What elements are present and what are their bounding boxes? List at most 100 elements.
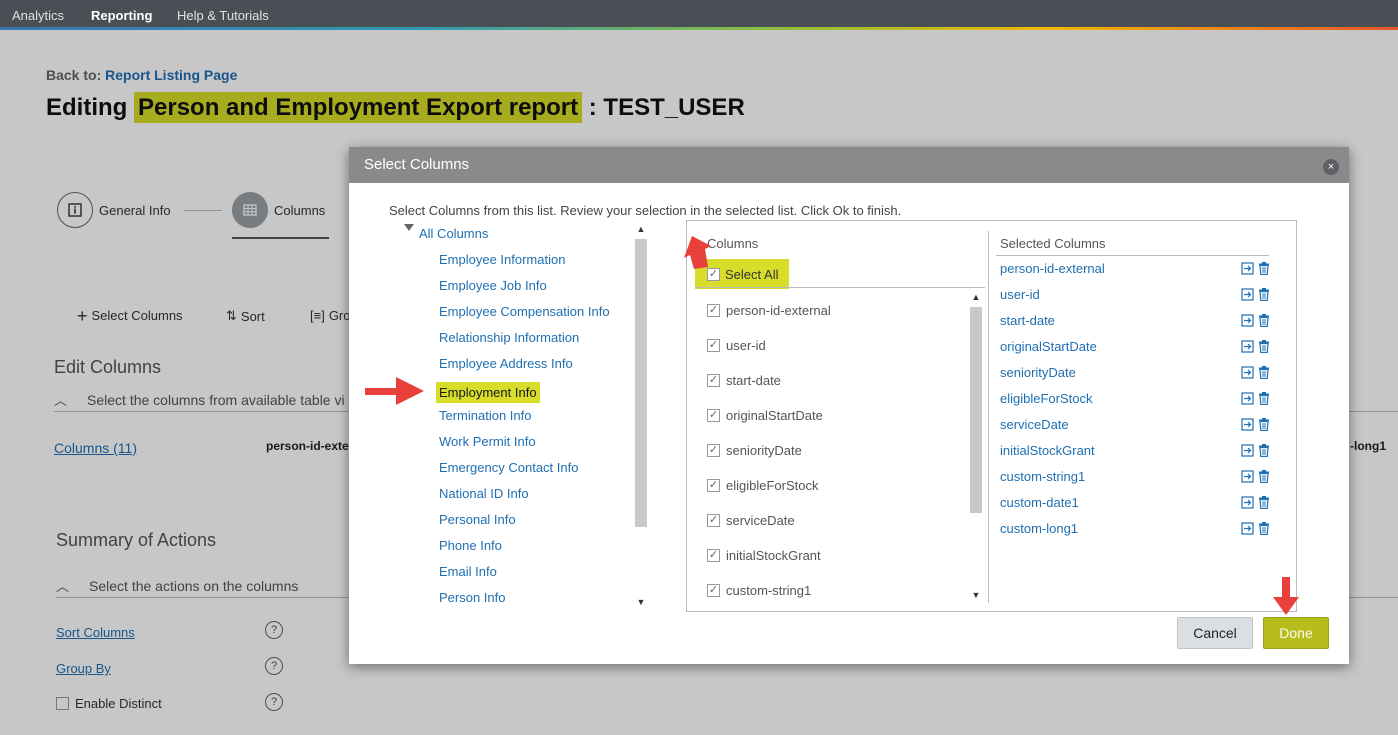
selected-item-actions <box>1241 496 1270 509</box>
scroll-thumb[interactable] <box>970 307 982 513</box>
column-checkbox[interactable]: ✓ <box>707 339 720 352</box>
column-checkbox[interactable]: ✓ <box>707 444 720 457</box>
tree-item[interactable]: Employee Compensation Info <box>439 304 610 319</box>
column-option[interactable]: ✓ originalStartDate <box>707 408 823 423</box>
tree-item[interactable]: Personal Info <box>439 512 516 527</box>
tree-item[interactable]: Emergency Contact Info <box>439 460 578 475</box>
scroll-down-icon[interactable]: ▼ <box>636 597 646 607</box>
column-option[interactable]: ✓ start-date <box>707 373 781 388</box>
column-option[interactable]: ✓ person-id-external <box>707 303 831 318</box>
rename-icon[interactable] <box>1241 288 1254 301</box>
column-label: eligibleForStock <box>726 478 819 493</box>
nav-reporting[interactable]: Reporting <box>91 8 152 23</box>
selected-item-actions <box>1241 444 1270 457</box>
dialog-header: Select Columns × <box>349 147 1349 183</box>
selected-columns-panel: Selected Columns person-id-external user-… <box>988 221 1296 611</box>
done-button[interactable]: Done <box>1263 617 1329 649</box>
tree-item[interactable]: Work Permit Info <box>439 434 536 449</box>
selected-item-actions <box>1241 470 1270 483</box>
tree-item[interactable]: Phone Info <box>439 538 502 553</box>
column-checkbox[interactable]: ✓ <box>707 479 720 492</box>
trash-icon[interactable] <box>1258 366 1270 379</box>
rename-icon[interactable] <box>1241 340 1254 353</box>
rename-icon[interactable] <box>1241 392 1254 405</box>
scroll-down-icon[interactable]: ▼ <box>971 590 981 600</box>
trash-icon[interactable] <box>1258 392 1270 405</box>
selected-item-actions <box>1241 288 1270 301</box>
trash-icon[interactable] <box>1258 444 1270 457</box>
tree-scrollbar[interactable]: ▲ ▼ <box>634 221 648 611</box>
column-checkbox[interactable]: ✓ <box>707 304 720 317</box>
column-label: custom-string1 <box>726 583 812 598</box>
column-label: user-id <box>726 338 766 353</box>
tree-item[interactable]: Relationship Information <box>439 330 579 345</box>
rename-icon[interactable] <box>1241 366 1254 379</box>
scroll-thumb[interactable] <box>635 239 647 527</box>
tree-item[interactable]: Person Info <box>439 590 506 605</box>
rename-icon[interactable] <box>1241 522 1254 535</box>
column-label: start-date <box>726 373 781 388</box>
trash-icon[interactable] <box>1258 496 1270 509</box>
selected-columns-header: Selected Columns <box>1000 236 1106 251</box>
cancel-button[interactable]: Cancel <box>1177 617 1253 649</box>
column-checkbox[interactable]: ✓ <box>707 514 720 527</box>
selected-item-actions <box>1241 418 1270 431</box>
selected-column-item: start-date <box>1000 313 1055 328</box>
selected-item-actions <box>1241 314 1270 327</box>
tree-item[interactable]: Employment Info <box>436 382 540 403</box>
tree-item[interactable]: Employee Information <box>439 252 565 267</box>
column-option[interactable]: ✓ seniorityDate <box>707 443 802 458</box>
trash-icon[interactable] <box>1258 340 1270 353</box>
selected-column-item: eligibleForStock <box>1000 391 1093 406</box>
tree-item[interactable]: Email Info <box>439 564 497 579</box>
close-icon[interactable]: × <box>1323 159 1339 175</box>
tree-item[interactable]: Employee Job Info <box>439 278 547 293</box>
column-option[interactable]: ✓ serviceDate <box>707 513 795 528</box>
selected-column-item: initialStockGrant <box>1000 443 1095 458</box>
column-checkbox-list: ✓ person-id-external ✓ user-id ✓ start-date ✓ o… <box>687 289 985 605</box>
column-option[interactable]: ✓ user-id <box>707 338 766 353</box>
column-option[interactable]: ✓ initialStockGrant <box>707 548 821 563</box>
selected-column-item: custom-long1 <box>1000 521 1079 536</box>
trash-icon[interactable] <box>1258 262 1270 275</box>
nav-help-tutorials[interactable]: Help & Tutorials <box>177 8 269 23</box>
column-checkbox[interactable]: ✓ <box>707 549 720 562</box>
selected-column-item: custom-date1 <box>1000 495 1079 510</box>
trash-icon[interactable] <box>1258 470 1270 483</box>
rename-icon[interactable] <box>1241 496 1254 509</box>
column-option[interactable]: ✓ eligibleForStock <box>707 478 819 493</box>
selected-column-item: seniorityDate <box>1000 365 1076 380</box>
selected-item-actions <box>1241 340 1270 353</box>
column-checkbox[interactable]: ✓ <box>707 374 720 387</box>
tree-item[interactable]: National ID Info <box>439 486 529 501</box>
selected-item-actions <box>1241 392 1270 405</box>
scroll-up-icon[interactable]: ▲ <box>636 224 646 234</box>
rename-icon[interactable] <box>1241 314 1254 327</box>
tree-root-all-columns[interactable]: All Columns <box>419 226 488 241</box>
select-columns-dialog: Select Columns × Select Columns from thi… <box>349 147 1349 664</box>
tree-item[interactable]: Termination Info <box>439 408 532 423</box>
rename-icon[interactable] <box>1241 470 1254 483</box>
trash-icon[interactable] <box>1258 418 1270 431</box>
trash-icon[interactable] <box>1258 288 1270 301</box>
column-checkbox[interactable]: ✓ <box>707 584 720 597</box>
rename-icon[interactable] <box>1241 262 1254 275</box>
column-checkbox[interactable]: ✓ <box>707 409 720 422</box>
rename-icon[interactable] <box>1241 444 1254 457</box>
columns-panel: Columns ✓ Select All ✓ person-id-external… <box>686 220 1297 612</box>
tree-item[interactable]: Employee Address Info <box>439 356 573 371</box>
trash-icon[interactable] <box>1258 314 1270 327</box>
trash-icon[interactable] <box>1258 522 1270 535</box>
columns-scrollbar[interactable]: ▲ ▼ <box>969 289 983 604</box>
expand-caret-icon[interactable] <box>404 224 414 231</box>
scroll-up-icon[interactable]: ▲ <box>971 292 981 302</box>
rename-icon[interactable] <box>1241 418 1254 431</box>
selected-item-actions <box>1241 522 1270 535</box>
column-option[interactable]: ✓ custom-string1 <box>707 583 811 598</box>
nav-analytics[interactable]: Analytics <box>12 8 64 23</box>
dialog-instruction: Select Columns from this list. Review yo… <box>389 203 902 218</box>
column-label: person-id-external <box>726 303 831 318</box>
select-all-label: Select All <box>725 266 779 282</box>
selected-column-item: originalStartDate <box>1000 339 1097 354</box>
column-category-tree: All Columns Employee Information Employee… <box>389 221 649 611</box>
